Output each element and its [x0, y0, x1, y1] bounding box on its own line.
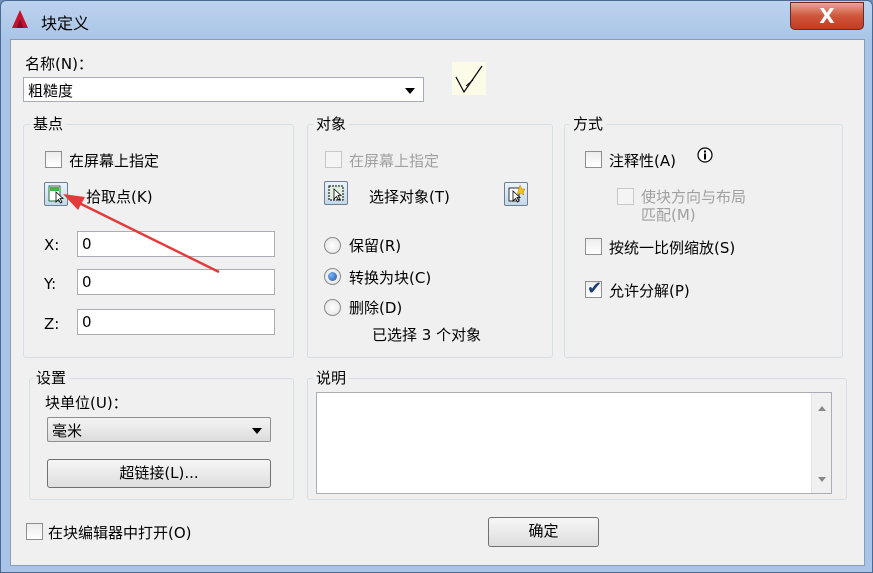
block-unit-value: 毫米	[52, 422, 83, 440]
basepoint-title: 基点	[30, 113, 67, 134]
name-value: 粗糙度	[28, 82, 74, 100]
block-unit-label: 块单位(U)：	[45, 394, 128, 412]
z-label: Z:	[44, 315, 60, 333]
description-scrollbar[interactable]	[811, 393, 831, 493]
objects-on-screen-label: 在屏幕上指定	[349, 152, 440, 170]
window-title: 块定义	[41, 14, 90, 33]
scale-uniformly-checkbox[interactable]	[585, 238, 602, 255]
basepoint-on-screen-label: 在屏幕上指定	[69, 152, 160, 170]
description-textarea[interactable]	[316, 392, 832, 494]
basepoint-on-screen-checkbox[interactable]	[45, 151, 62, 168]
quick-select-button[interactable]	[504, 182, 528, 206]
select-objects-label: 选择对象(T)	[369, 188, 450, 206]
convert-to-block-radio[interactable]	[324, 268, 341, 285]
autocad-logo-icon	[12, 10, 28, 28]
open-in-editor-checkbox[interactable]	[26, 523, 43, 540]
settings-title: 设置	[33, 367, 70, 388]
dialog-client-area: 名称(N)： 粗糙度 基点 在屏幕上指定 拾取点(K) X: 0 Y: 0 Z:…	[10, 39, 865, 566]
dialog-window: 块定义 X 名称(N)： 粗糙度 基点 在屏幕上指定 拾取点(K) X: 0 Y…	[0, 0, 873, 573]
delete-label: 删除(D)	[349, 299, 403, 317]
radio-selected-dot	[328, 272, 337, 281]
scroll-up-icon[interactable]	[818, 406, 826, 411]
scroll-down-icon[interactable]	[818, 477, 826, 482]
convert-to-block-label: 转换为块(C)	[349, 269, 432, 287]
name-label: 名称(N)：	[25, 55, 93, 73]
objects-title: 对象	[313, 113, 350, 134]
close-icon: X	[819, 4, 835, 28]
z-input[interactable]: 0	[77, 309, 275, 335]
match-orientation-checkbox[interactable]	[617, 188, 634, 205]
behavior-title: 方式	[570, 113, 607, 134]
hyperlink-button[interactable]: 超链接(L)...	[47, 459, 271, 488]
open-in-editor-label: 在块编辑器中打开(O)	[48, 524, 192, 542]
checkmark-icon: ✔	[587, 278, 603, 299]
scale-uniformly-label: 按统一比例缩放(S)	[609, 239, 736, 257]
name-combobox[interactable]: 粗糙度	[23, 77, 424, 102]
close-button[interactable]: X	[790, 2, 864, 30]
ok-button[interactable]: 确定	[488, 517, 599, 547]
roughness-symbol-icon	[455, 65, 483, 94]
delete-radio[interactable]	[324, 299, 341, 316]
select-objects-button[interactable]	[324, 181, 348, 205]
match-orientation-label-line2: 匹配(M)	[641, 206, 696, 224]
block-unit-combobox[interactable]: 毫米	[47, 417, 271, 442]
allow-explode-label: 允许分解(P)	[609, 282, 690, 300]
retain-radio[interactable]	[324, 237, 341, 254]
retain-label: 保留(R)	[349, 237, 402, 255]
allow-explode-checkbox[interactable]: ✔	[585, 278, 603, 299]
info-icon[interactable]	[697, 147, 713, 163]
quick-select-icon	[508, 184, 526, 203]
select-objects-icon	[328, 185, 344, 201]
chevron-down-icon	[252, 428, 262, 434]
annotation-arrow-icon	[63, 194, 220, 274]
objects-on-screen-checkbox[interactable]	[325, 151, 342, 168]
block-preview	[452, 62, 486, 95]
z-value: 0	[82, 313, 92, 331]
annotative-checkbox[interactable]	[585, 151, 602, 168]
chevron-down-icon	[405, 88, 415, 94]
description-title: 说明	[313, 367, 350, 388]
selection-status: 已选择 3 个对象	[372, 326, 482, 344]
annotative-label: 注释性(A)	[609, 152, 676, 170]
